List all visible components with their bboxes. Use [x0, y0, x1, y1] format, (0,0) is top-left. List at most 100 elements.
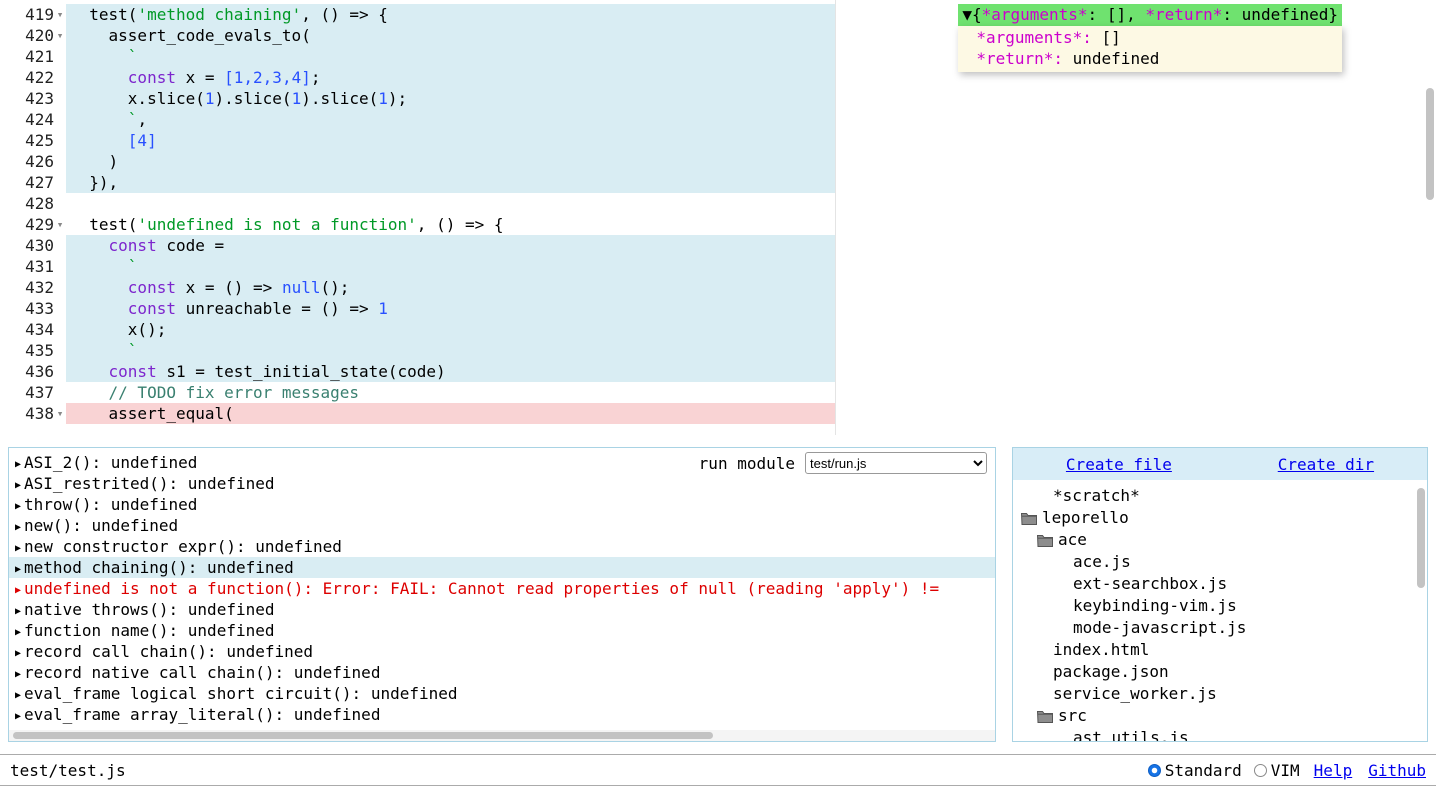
expand-arrow-icon[interactable]: ▶ [15, 585, 21, 596]
expand-arrow-icon[interactable]: ▶ [15, 501, 21, 512]
tree-folder[interactable]: ace [1013, 529, 1427, 551]
test-result-row[interactable]: ▶native throws(): undefined [9, 599, 995, 620]
link-github[interactable]: Github [1368, 761, 1426, 780]
value-tooltip-header[interactable]: ▼{*arguments*: [], *return*: undefined} [958, 4, 1342, 26]
code-line[interactable]: 426 ) [0, 151, 1436, 172]
files-vertical-scrollbar[interactable] [1417, 488, 1425, 588]
code-line[interactable]: 438▾ assert_equal( [0, 403, 1436, 424]
code-line[interactable]: 432 const x = () => null(); [0, 277, 1436, 298]
code-token: undefined [1073, 49, 1160, 68]
fold-toggle-icon[interactable]: ▾ [54, 403, 66, 424]
test-result-text: record native call chain(): undefined [24, 663, 380, 682]
tooltip-entry: *return*: undefined [976, 48, 1336, 69]
create-file-button[interactable]: Create file [1066, 455, 1172, 474]
code-line[interactable]: 431 ` [0, 256, 1436, 277]
line-number-text: 422 [25, 67, 54, 88]
tree-file[interactable]: package.json [1013, 661, 1427, 683]
tree-folder[interactable]: leporello [1013, 507, 1427, 529]
code-line[interactable]: 435 ` [0, 340, 1436, 361]
tree-file[interactable]: index.html [1013, 639, 1427, 661]
console-horizontal-scrollbar[interactable] [13, 732, 713, 739]
test-result-row[interactable]: ▶new constructor expr(): undefined [9, 536, 995, 557]
expand-arrow-icon[interactable]: ▶ [15, 690, 21, 701]
test-result-row[interactable]: ▶record call chain(): undefined [9, 641, 995, 662]
fold-spacer [54, 151, 66, 172]
code-line[interactable]: 424 `, [0, 109, 1436, 130]
code-text: `, [66, 109, 1436, 130]
code-line[interactable]: 433 const unreachable = () => 1 [0, 298, 1436, 319]
expand-arrow-icon[interactable]: ▶ [15, 669, 21, 680]
test-result-row[interactable]: ▶eval_frame logical short circuit(): und… [9, 683, 995, 704]
tree-item-label: keybinding-vim.js [1073, 595, 1237, 617]
code-line[interactable]: 434 x(); [0, 319, 1436, 340]
test-result-row[interactable]: ▶method chaining(): undefined [9, 557, 995, 578]
code-text: [4] [66, 130, 1436, 151]
line-number-text: 432 [25, 277, 54, 298]
code-line[interactable]: 430 const code = [0, 235, 1436, 256]
test-result-row[interactable]: ▶eval_frame array_literal(): undefined [9, 704, 995, 725]
keybinding-option-vim[interactable]: VIM [1254, 761, 1300, 780]
fold-spacer [54, 109, 66, 130]
line-number-text: 433 [25, 298, 54, 319]
tree-item-label: ace [1058, 529, 1087, 551]
expand-arrow-icon[interactable]: ▶ [15, 711, 21, 722]
radio-icon[interactable] [1254, 764, 1267, 777]
fold-toggle-icon[interactable]: ▾ [54, 4, 66, 25]
expand-arrow-icon[interactable]: ▶ [15, 606, 21, 617]
code-token [70, 299, 128, 318]
code-token: assert_equal( [70, 404, 234, 423]
expand-arrow-icon[interactable]: ▶ [15, 627, 21, 638]
code-token: ).slice( [301, 89, 378, 108]
test-result-row[interactable]: ▶undefined is not a function(): Error: F… [9, 578, 995, 599]
code-line[interactable]: 427 }), [0, 172, 1436, 193]
code-line[interactable]: 429▾ test('undefined is not a function',… [0, 214, 1436, 235]
tree-folder[interactable]: src [1013, 705, 1427, 727]
tree-file[interactable]: keybinding-vim.js [1013, 595, 1427, 617]
expand-arrow-icon[interactable]: ▶ [15, 564, 21, 575]
code-line[interactable]: 436 const s1 = test_initial_state(code) [0, 361, 1436, 382]
test-result-text: undefined is not a function(): Error: FA… [24, 579, 939, 598]
code-editor[interactable]: 419▾ test('method chaining', () => {420▾… [0, 0, 1436, 435]
code-line[interactable]: 425 [4] [0, 130, 1436, 151]
tree-file[interactable]: mode-javascript.js [1013, 617, 1427, 639]
link-help[interactable]: Help [1314, 761, 1353, 780]
tree-file[interactable]: ace.js [1013, 551, 1427, 573]
code-token [70, 131, 128, 150]
create-dir-button[interactable]: Create dir [1278, 455, 1374, 474]
expand-arrow-icon[interactable]: ▶ [15, 459, 21, 470]
code-token: 1 [205, 89, 215, 108]
expand-arrow-icon[interactable]: ▶ [15, 522, 21, 533]
test-result-row[interactable]: ▶ASI_restrited(): undefined [9, 473, 995, 494]
test-result-row[interactable]: ▶function name(): undefined [9, 620, 995, 641]
editor-vertical-scrollbar[interactable] [1426, 88, 1434, 200]
code-token: x(); [70, 320, 166, 339]
expand-arrow-icon[interactable]: ▶ [15, 648, 21, 659]
test-result-row[interactable]: ▶record native call chain(): undefined [9, 662, 995, 683]
test-result-row[interactable]: ▶throw(): undefined [9, 494, 995, 515]
code-line[interactable]: 428 [0, 193, 1436, 214]
test-result-text: ASI_restrited(): undefined [24, 474, 274, 493]
test-result-text: eval_frame array_literal(): undefined [24, 705, 380, 724]
keybinding-option-standard[interactable]: Standard [1148, 761, 1242, 780]
radio-icon[interactable] [1148, 764, 1161, 777]
line-number: 436 [0, 361, 66, 382]
code-token [70, 47, 128, 66]
tree-file[interactable]: ext-searchbox.js [1013, 573, 1427, 595]
status-bar: test/test.js StandardVIM HelpGithub [0, 754, 1436, 786]
expand-arrow-icon[interactable]: ▶ [15, 543, 21, 554]
code-line[interactable]: 437 // TODO fix error messages [0, 382, 1436, 403]
code-line[interactable]: 423 x.slice(1).slice(1).slice(1); [0, 88, 1436, 109]
line-number: 420▾ [0, 25, 66, 46]
code-token [70, 278, 128, 297]
module-select[interactable]: test/run.js [805, 452, 987, 474]
code-text: // TODO fix error messages [66, 382, 1436, 403]
tree-file[interactable]: service_worker.js [1013, 683, 1427, 705]
fold-toggle-icon[interactable]: ▾ [54, 25, 66, 46]
code-token: x = () => [176, 278, 282, 297]
expand-arrow-icon[interactable]: ▶ [15, 480, 21, 491]
code-token: *arguments* [982, 5, 1088, 24]
test-result-row[interactable]: ▶new(): undefined [9, 515, 995, 536]
tree-file[interactable]: ast_utils.js [1013, 727, 1427, 742]
fold-toggle-icon[interactable]: ▾ [54, 214, 66, 235]
tree-file[interactable]: *scratch* [1013, 485, 1427, 507]
